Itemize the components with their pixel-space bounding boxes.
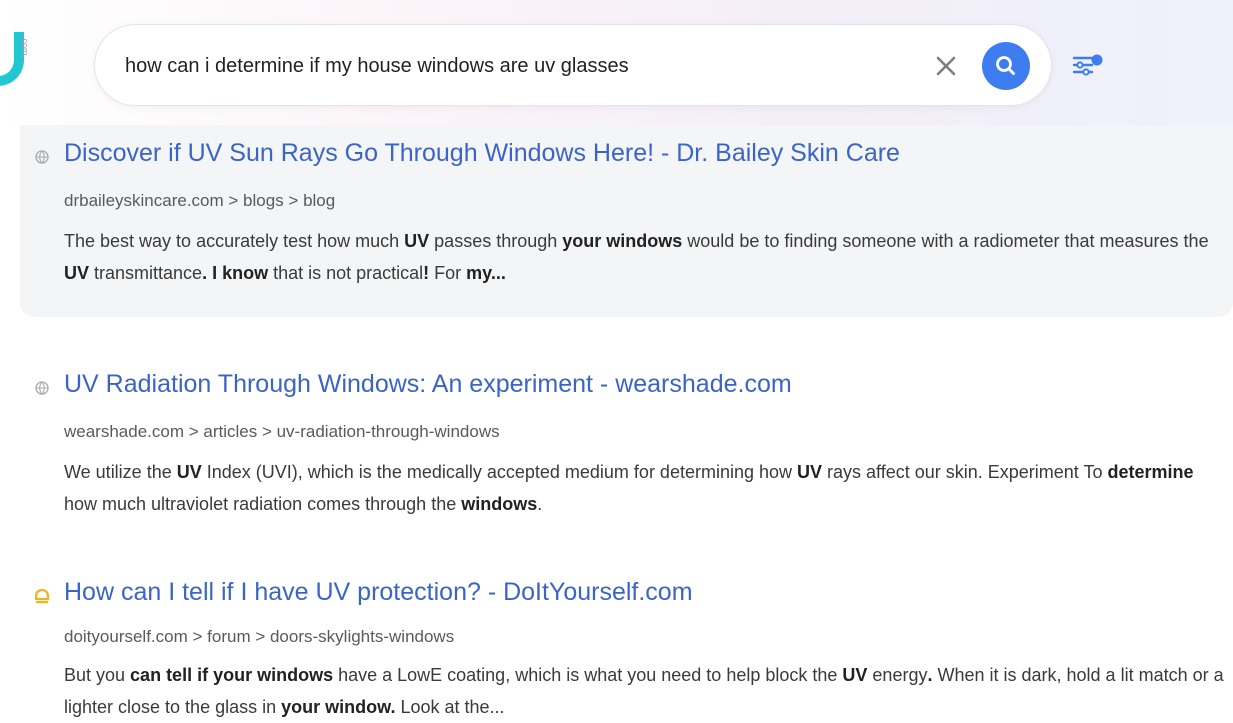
search-result: Discover if UV Sun Rays Go Through Windo… [20, 125, 1233, 317]
search-input[interactable] [123, 45, 907, 87]
snippet-text: passes through [429, 231, 563, 251]
snippet-highlight: your window [281, 697, 391, 717]
snippet-highlight: UV [176, 462, 202, 482]
result-title-link[interactable]: Discover if UV Sun Rays Go Through Windo… [64, 139, 900, 168]
result-snippet: But you can tell if your windows have a … [64, 659, 1229, 723]
snippet-text: For [429, 263, 467, 283]
search-icon [982, 56, 1030, 93]
snippet-text: But you [64, 665, 131, 685]
result-url[interactable]: wearshade.com > articles > uv-radiation-… [64, 422, 500, 442]
close-icon[interactable] [933, 53, 959, 79]
chat-bubble-icon [34, 588, 50, 604]
search-button[interactable] [982, 42, 1030, 90]
result-title-link[interactable]: UV Radiation Through Windows: An experim… [64, 370, 792, 399]
snippet-text: . [537, 494, 543, 514]
snippet-highlight: can tell if your windows [130, 665, 334, 685]
logo-com-text: .com [20, 36, 30, 56]
result-title-link[interactable]: How can I tell if I have UV protection? … [64, 578, 693, 607]
snippet-text: Index (UVI), which is the medically acce… [201, 462, 798, 482]
snippet-text: rays affect our skin. Experiment To [822, 462, 1108, 482]
search-result: UV Radiation Through Windows: An experim… [20, 360, 1233, 514]
search-result: How can I tell if I have UV protection? … [20, 570, 1233, 720]
snippet-text: We utilize the [64, 462, 177, 482]
snippet-highlight: my... [466, 263, 506, 283]
snippet-text: energy [867, 665, 928, 685]
snippet-text: Look at the... [395, 697, 505, 717]
snippet-highlight: UV [842, 665, 868, 685]
globe-icon [34, 380, 50, 396]
snippet-highlight: UV [797, 462, 823, 482]
filter-settings-icon[interactable] [1072, 52, 1104, 82]
result-url[interactable]: doityourself.com > forum > doors-skyligh… [64, 627, 454, 647]
snippet-highlight: . I know [202, 263, 269, 283]
result-url[interactable]: drbaileyskincare.com > blogs > blog [64, 191, 335, 211]
snippet-text: have a LowE coating, which is what you n… [333, 665, 843, 685]
result-snippet: The best way to accurately test how much… [64, 225, 1229, 289]
snippet-highlight: your windows [562, 231, 683, 251]
snippet-highlight: UV [404, 231, 430, 251]
snippet-highlight: windows [461, 494, 538, 514]
snippet-text: transmittance [89, 263, 203, 283]
snippet-highlight: UV [64, 263, 90, 283]
globe-icon [34, 149, 50, 165]
snippet-text: that is not practical [268, 263, 424, 283]
site-logo[interactable]: .com [0, 32, 40, 92]
snippet-text: The best way to accurately test how much [64, 231, 405, 251]
snippet-highlight: determine [1107, 462, 1194, 482]
snippet-text: would be to finding someone with a radio… [682, 231, 1209, 251]
search-bar [94, 24, 1052, 106]
snippet-text: how much ultraviolet radiation comes thr… [64, 494, 462, 514]
result-snippet: We utilize the UV Index (UVI), which is … [64, 456, 1229, 520]
